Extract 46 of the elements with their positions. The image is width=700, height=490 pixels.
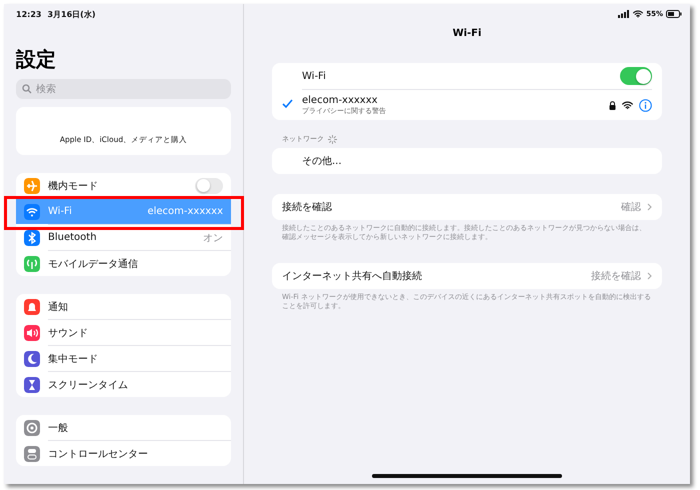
page-title: Wi-Fi (452, 28, 482, 39)
wifi-label: Wi-Fi (302, 70, 327, 82)
item-label: 通知 (48, 300, 69, 314)
item-label: 集中モード (48, 352, 99, 366)
setting-value: 確認 (621, 200, 641, 214)
setting-row[interactable]: インターネット共有へ自動接続 接続を確認 (272, 262, 662, 289)
item-value: elecom-xxxxxx (147, 206, 223, 217)
other-network-button[interactable]: その他... (272, 148, 662, 174)
settings-item[interactable]: 通知 (16, 294, 231, 319)
settings-item[interactable]: 一般 (16, 415, 231, 440)
settings-item[interactable]: コントロールセンター (16, 441, 231, 466)
info-icon[interactable] (639, 98, 652, 112)
lock-icon (609, 100, 616, 110)
settings-item[interactable]: 機内モード (16, 173, 231, 198)
battery-icon (666, 10, 682, 18)
item-label: Bluetooth (48, 232, 98, 243)
status-time: 12:23 (16, 10, 42, 18)
item-label: スクリーンタイム (48, 378, 129, 392)
signal-icon (618, 10, 630, 18)
item-label: 機内モード (48, 180, 99, 192)
settings-title: 設定 (16, 46, 57, 73)
network-name[interactable]: elecom-xxxxxx (302, 94, 603, 106)
loading-spinner-icon (328, 134, 337, 144)
chevron-icon (647, 203, 652, 211)
chevron-icon (647, 272, 652, 280)
settings-item[interactable]: Bluetooth オン (16, 225, 231, 250)
settings-item[interactable]: サウンド (16, 320, 231, 345)
wifi-status-icon (633, 10, 644, 18)
setting-label: インターネット共有へ自動接続 (282, 270, 423, 283)
item-label: モバイルデータ通信 (48, 258, 139, 270)
item-label: Wi-Fi (48, 206, 73, 217)
toggle-switch[interactable] (195, 178, 223, 194)
settings-item[interactable]: 集中モード (16, 346, 231, 371)
wifi-toggle[interactable] (620, 67, 652, 85)
status-date: 3月16日(水) (47, 8, 96, 20)
settings-item[interactable]: モバイルデータ通信 (16, 251, 231, 276)
setting-value: 接続を確認 (591, 270, 641, 283)
setting-label: 接続を確認 (282, 200, 333, 214)
setting-row[interactable]: 接続を確認 確認 (272, 194, 662, 220)
item-label: サウンド (48, 326, 89, 340)
search-field[interactable]: 検索 (16, 79, 231, 99)
settings-item[interactable]: スクリーンタイム (16, 372, 231, 397)
item-label: コントロールセンター (48, 448, 149, 460)
item-value: オン (203, 232, 223, 244)
item-label: 一般 (48, 422, 69, 434)
wifi-signal-icon (622, 100, 633, 110)
